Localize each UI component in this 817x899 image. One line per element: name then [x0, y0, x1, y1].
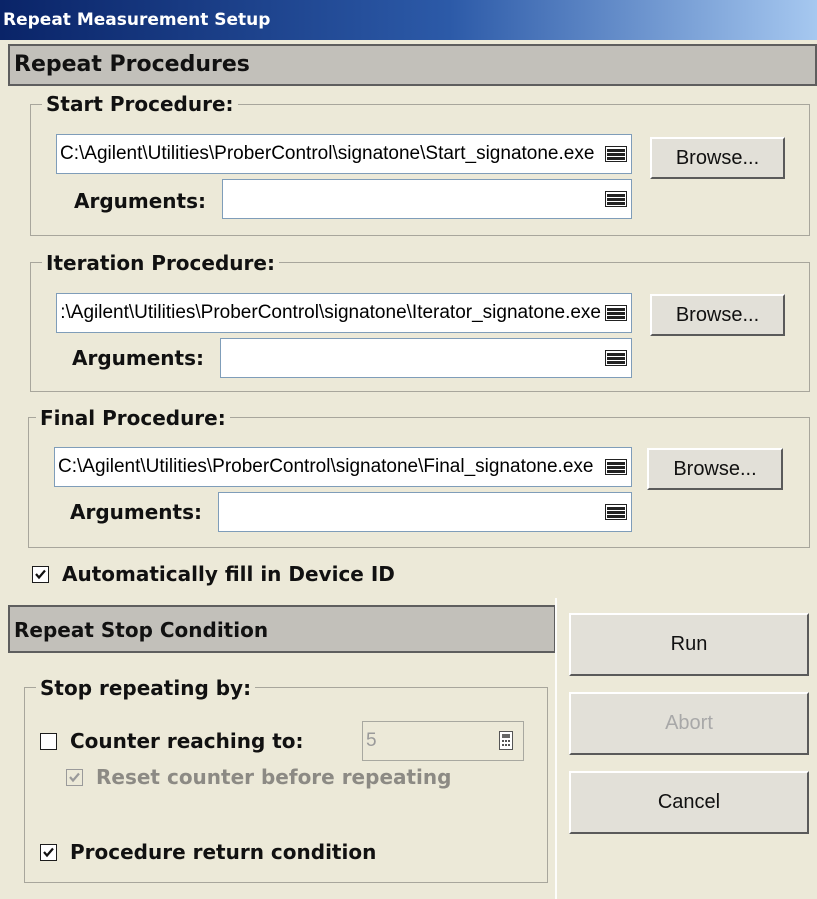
keyboard-icon[interactable]	[605, 191, 627, 207]
final-procedure-path-value: C:\Agilent\Utilities\ProberControl\signa…	[58, 456, 594, 477]
keyboard-icon[interactable]	[605, 305, 627, 321]
start-procedure-path-value: C:\Agilent\Utilities\ProberControl\signa…	[60, 143, 595, 164]
counter-value-field[interactable]: 5	[362, 721, 524, 761]
start-arguments-field[interactable]	[222, 179, 632, 219]
procedure-return-checkbox[interactable]	[40, 844, 57, 861]
run-button[interactable]: Run	[569, 613, 809, 676]
iteration-arguments-label: Arguments:	[72, 346, 205, 370]
procedure-return-label[interactable]: Procedure return condition	[70, 840, 376, 864]
abort-button[interactable]: Abort	[569, 692, 809, 755]
checkmark-icon	[43, 847, 54, 858]
repeat-procedures-title: Repeat Procedures	[14, 52, 250, 77]
final-procedure-legend: Final Procedure:	[36, 406, 230, 430]
counter-reaching-label[interactable]: Counter reaching to:	[70, 729, 304, 753]
iteration-procedure-path-field[interactable]: C:\Agilent\Utilities\ProberControl\signa…	[56, 293, 632, 333]
final-procedure-path-field[interactable]: C:\Agilent\Utilities\ProberControl\signa…	[54, 447, 632, 487]
final-arguments-label: Arguments:	[70, 500, 203, 524]
panel-divider	[555, 598, 557, 899]
reset-counter-label[interactable]: Reset counter before repeating	[96, 765, 451, 789]
window-title: Repeat Measurement Setup	[3, 10, 271, 30]
start-browse-button[interactable]: Browse...	[650, 137, 785, 179]
stop-repeating-legend: Stop repeating by:	[36, 676, 256, 700]
auto-fill-device-id-label[interactable]: Automatically fill in Device ID	[62, 562, 395, 586]
start-arguments-label: Arguments:	[74, 189, 207, 213]
repeat-stop-condition-header: Repeat Stop Condition	[8, 605, 556, 653]
title-bar: Repeat Measurement Setup	[0, 0, 817, 40]
start-procedure-legend: Start Procedure:	[42, 92, 238, 116]
repeat-procedures-header: Repeat Procedures	[8, 44, 817, 86]
counter-reaching-checkbox[interactable]	[40, 733, 57, 750]
keyboard-icon[interactable]	[605, 146, 627, 162]
iteration-arguments-field[interactable]	[220, 338, 632, 378]
counter-value: 5	[366, 730, 377, 751]
cancel-button[interactable]: Cancel	[569, 771, 809, 834]
keyboard-icon[interactable]	[605, 504, 627, 520]
iteration-procedure-path-value: C:\Agilent\Utilities\ProberControl\signa…	[60, 302, 601, 323]
iteration-browse-button[interactable]: Browse...	[650, 294, 785, 336]
keyboard-icon[interactable]	[605, 459, 627, 475]
checkmark-icon	[35, 569, 46, 580]
keyboard-icon[interactable]	[605, 350, 627, 366]
repeat-stop-condition-title: Repeat Stop Condition	[14, 618, 269, 642]
auto-fill-device-id-checkbox[interactable]	[32, 566, 49, 583]
final-arguments-field[interactable]	[218, 492, 632, 532]
checkmark-icon	[69, 772, 80, 783]
final-browse-button[interactable]: Browse...	[647, 448, 783, 490]
calculator-icon[interactable]	[499, 731, 513, 754]
iteration-procedure-legend: Iteration Procedure:	[42, 251, 279, 275]
repeat-measurement-setup-window: Repeat Measurement Setup Repeat Procedur…	[0, 0, 817, 899]
reset-counter-checkbox[interactable]	[66, 769, 83, 786]
start-procedure-path-field[interactable]: C:\Agilent\Utilities\ProberControl\signa…	[56, 134, 632, 174]
